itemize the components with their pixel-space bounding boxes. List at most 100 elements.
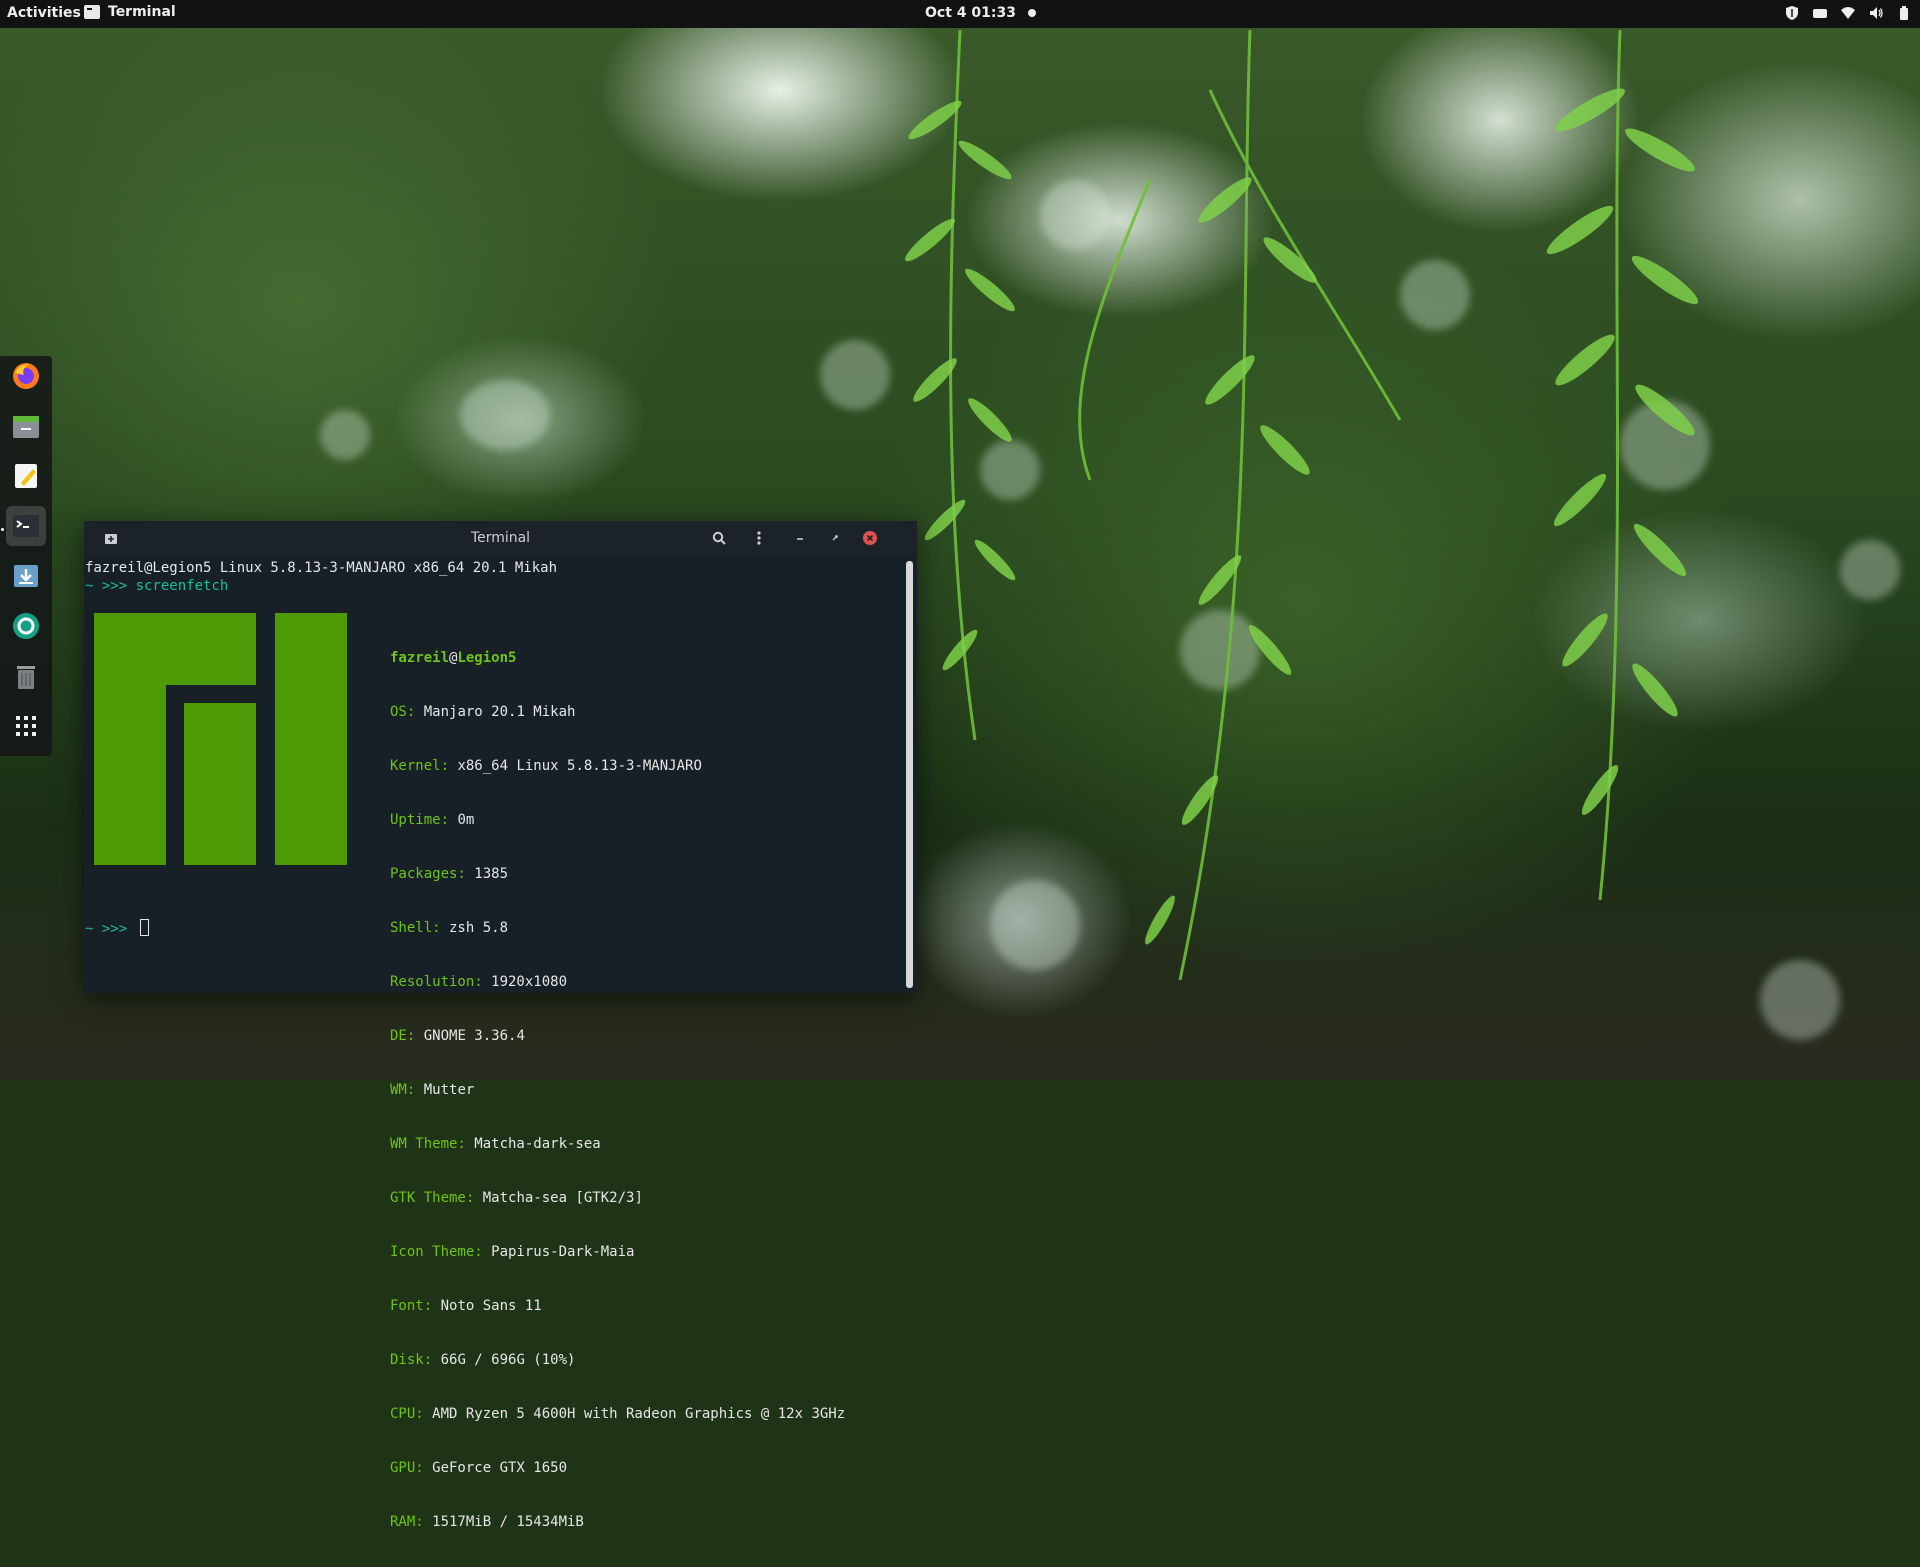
info-row-os: OS: Manjaro 20.1 Mikah: [390, 703, 845, 721]
minimize-button[interactable]: [791, 529, 809, 547]
maximize-icon: [832, 535, 838, 541]
info-value: 1385: [465, 866, 509, 882]
app-menu[interactable]: Terminal: [84, 4, 176, 20]
info-row-shell: Shell: zsh 5.8: [390, 919, 845, 937]
info-row-kernel: Kernel: x86_64 Linux 5.8.13-3-MANJARO: [390, 757, 845, 775]
terminal-headerbar[interactable]: Terminal: [84, 521, 917, 555]
info-value: AMD Ryzen 5 4600H with Radeon Graphics @…: [423, 1406, 846, 1422]
username: fazreil: [390, 650, 450, 666]
close-button[interactable]: [861, 529, 879, 547]
info-label: GTK Theme:: [390, 1190, 475, 1206]
minimize-icon: [797, 538, 803, 540]
downloader-icon: [14, 565, 38, 587]
keyboard-icon: [1813, 9, 1827, 18]
terminal-icon: [13, 515, 39, 537]
info-value: Noto Sans 11: [432, 1298, 542, 1314]
terminal-output[interactable]: fazreil@Legion5 Linux 5.8.13-3-MANJARO x…: [85, 559, 895, 1530]
info-row-icon-theme: Icon Theme: Papirus-Dark-Maia: [390, 1243, 845, 1261]
info-label: Resolution:: [390, 974, 483, 990]
files-icon: [13, 416, 39, 438]
top-bar: Activities Terminal Oct 4 01:33: [0, 0, 1920, 28]
command-line: ~ >>> screenfetch: [85, 577, 228, 595]
info-row-cpu: CPU: AMD Ryzen 5 4600H with Radeon Graph…: [390, 1405, 845, 1423]
active-app-indicator: [1, 528, 4, 531]
volume-icon: [1870, 7, 1883, 19]
user-host: fazreil@Legion5: [390, 649, 845, 667]
app-grid-icon: [16, 716, 36, 736]
notification-dot-icon: [1027, 9, 1036, 17]
maximize-button[interactable]: [826, 529, 844, 547]
info-label: RAM:: [390, 1514, 424, 1530]
dash-to-dock: [0, 356, 52, 756]
info-label: DE:: [390, 1028, 416, 1044]
dock-item-show-applications[interactable]: [6, 706, 46, 746]
info-label: Icon Theme:: [390, 1244, 483, 1260]
scrollbar[interactable]: [906, 561, 913, 988]
info-value: Matcha-sea [GTK2/3]: [474, 1190, 643, 1206]
clock-label: Oct 4 01:33: [925, 5, 1016, 21]
info-value: Papirus-Dark-Maia: [482, 1244, 635, 1260]
info-row-disk: Disk: 66G / 696G (10%): [390, 1351, 845, 1369]
menu-button[interactable]: [750, 529, 768, 547]
info-value: 0m: [449, 812, 475, 828]
search-button[interactable]: [710, 529, 728, 547]
info-label: Uptime:: [390, 812, 450, 828]
info-label: GPU:: [390, 1460, 424, 1476]
dock-item-trash[interactable]: [6, 656, 46, 696]
info-label: Font:: [390, 1298, 433, 1314]
text-editor-icon: [15, 464, 37, 488]
info-value: GNOME 3.36.4: [415, 1028, 525, 1044]
prompt: ~ >>>: [85, 578, 136, 594]
shield-icon: [1786, 6, 1798, 20]
info-value: GeForce GTX 1650: [423, 1460, 568, 1476]
system-info-line: fazreil@Legion5 Linux 5.8.13-3-MANJARO x…: [85, 560, 558, 576]
info-row-wm-theme: WM Theme: Matcha-dark-sea: [390, 1135, 845, 1153]
info-label: Packages:: [390, 866, 466, 882]
info-label: OS:: [390, 704, 416, 720]
manjaro-logo: [94, 613, 347, 865]
close-icon: [863, 531, 877, 545]
info-value: Matcha-dark-sea: [465, 1136, 601, 1152]
clock[interactable]: Oct 4 01:33: [925, 5, 1036, 21]
screenfetch-info: fazreil@Legion5 OS: Manjaro 20.1 Mikah K…: [390, 613, 845, 1567]
activities-button[interactable]: Activities: [7, 5, 81, 21]
info-row-gpu: GPU: GeForce GTX 1650: [390, 1459, 845, 1477]
command-text: screenfetch: [135, 578, 229, 594]
info-row-wm: WM: Mutter: [390, 1081, 845, 1099]
info-row-de: DE: GNOME 3.36.4: [390, 1027, 845, 1045]
info-value: x86_64 Linux 5.8.13-3-MANJARO: [449, 758, 702, 774]
info-label: Kernel:: [390, 758, 450, 774]
hostname: Legion5: [457, 650, 517, 666]
system-tray[interactable]: [1784, 5, 1912, 21]
terminal-window[interactable]: Terminal fazreil@Legion5 Linux 5.8.13-3-…: [84, 521, 917, 1530]
dock-item-text-editor[interactable]: [6, 456, 46, 496]
search-icon: [712, 531, 726, 545]
kebab-menu-icon: [757, 531, 761, 545]
dock-item-files[interactable]: [6, 406, 46, 446]
text-cursor: [139, 919, 149, 936]
dock-item-aperture[interactable]: [6, 606, 46, 646]
info-value: 1517MiB / 15434MiB: [423, 1514, 584, 1530]
info-row-ram: RAM: 1517MiB / 15434MiB: [390, 1513, 845, 1531]
terminal-icon: [84, 5, 100, 19]
dock-item-downloader[interactable]: [6, 556, 46, 596]
info-label: WM:: [390, 1082, 416, 1098]
info-row-font: Font: Noto Sans 11: [390, 1297, 845, 1315]
info-label: Disk:: [390, 1352, 433, 1368]
info-value: 66G / 696G (10%): [432, 1352, 576, 1368]
info-row-resolution: Resolution: 1920x1080: [390, 973, 845, 991]
info-row-packages: Packages: 1385: [390, 865, 845, 883]
app-menu-label: Terminal: [108, 4, 176, 20]
dock-item-firefox[interactable]: [6, 356, 46, 396]
aperture-icon: [13, 613, 39, 639]
input-prompt-line[interactable]: ~ >>>: [85, 919, 149, 938]
info-value: 1920x1080: [482, 974, 568, 990]
dock-item-terminal[interactable]: [6, 506, 46, 546]
info-label: Shell:: [390, 920, 441, 936]
info-value: Mutter: [415, 1082, 475, 1098]
info-label: WM Theme:: [390, 1136, 466, 1152]
info-value: zsh 5.8: [440, 920, 509, 936]
prompt: ~ >>>: [85, 921, 136, 937]
info-row-gtk-theme: GTK Theme: Matcha-sea [GTK2/3]: [390, 1189, 845, 1207]
info-value: Manjaro 20.1 Mikah: [415, 704, 576, 720]
